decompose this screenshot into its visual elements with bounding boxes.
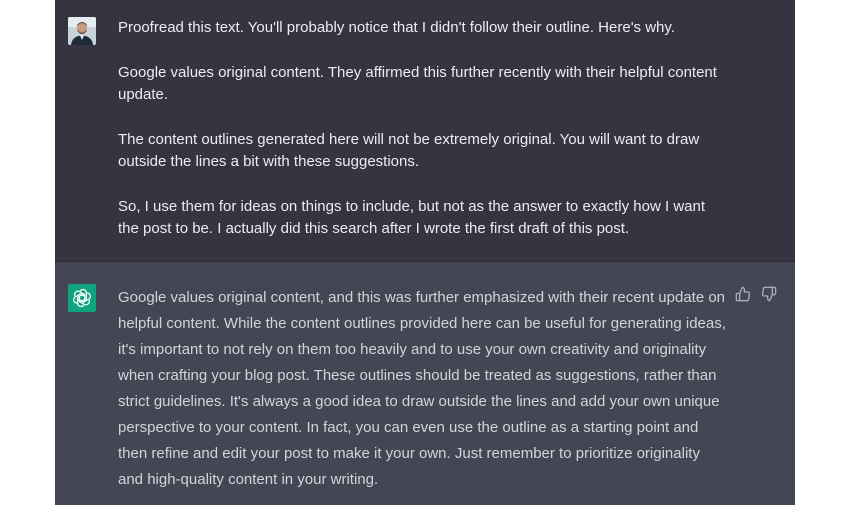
thumbs-down-icon[interactable] — [761, 286, 777, 302]
feedback-controls — [735, 286, 777, 302]
user-paragraph: Proofread this text. You'll probably not… — [118, 19, 675, 36]
assistant-message: Google values original content, and this… — [55, 262, 795, 505]
assistant-message-text: Google values original content, and this… — [118, 289, 726, 488]
chat-thread: Proofread this text. You'll probably not… — [55, 0, 795, 505]
user-message: Proofread this text. You'll probably not… — [55, 0, 795, 262]
user-paragraph: The content outlines generated here will… — [118, 130, 700, 171]
user-avatar — [68, 17, 96, 45]
user-paragraph: Google values original content. They aff… — [118, 63, 717, 104]
thumbs-up-icon[interactable] — [735, 286, 751, 302]
user-paragraph: So, I use them for ideas on things to in… — [118, 197, 705, 238]
openai-logo-icon — [68, 284, 96, 312]
user-message-text: Proofread this text. You'll probably not… — [118, 17, 718, 263]
